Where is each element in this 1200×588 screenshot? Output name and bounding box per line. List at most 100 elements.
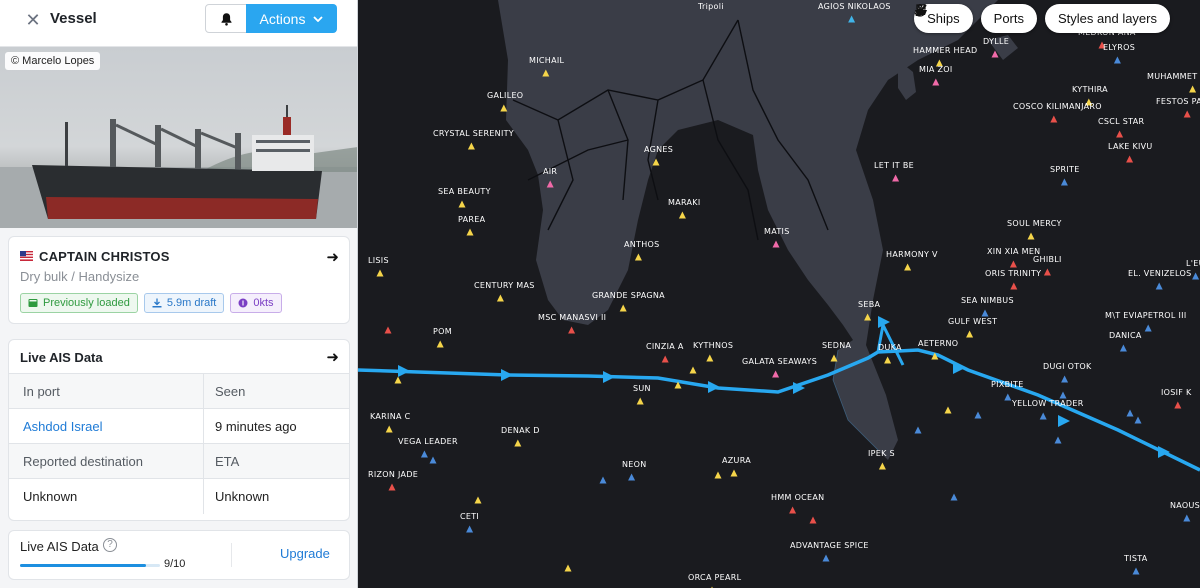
- vessel-icon[interactable]: [1126, 409, 1134, 417]
- vessel-marker[interactable]: SOUL MERCY: [1007, 219, 1062, 240]
- vessel-icon[interactable]: [384, 326, 392, 334]
- vessel-marker[interactable]: GALATA SEAWAYS: [742, 357, 817, 378]
- vessel-marker[interactable]: KYTHNOS: [693, 341, 733, 362]
- vessel-icon[interactable]: [1192, 272, 1200, 280]
- vessel-icon[interactable]: [1144, 324, 1152, 332]
- vessel-marker[interactable]: SEA NIMBUS: [961, 296, 1014, 317]
- vessel-icon[interactable]: [1061, 375, 1069, 383]
- vessel-marker[interactable]: ORIS TRINITY: [985, 269, 1041, 290]
- vessel-icon[interactable]: [1189, 85, 1197, 93]
- vessel-marker[interactable]: KARINA C: [370, 412, 411, 433]
- vessel-icon[interactable]: [466, 228, 474, 236]
- vessel-marker[interactable]: CETI: [460, 512, 479, 533]
- vessel-icon[interactable]: [878, 462, 886, 470]
- vessel-icon[interactable]: [636, 397, 644, 405]
- vessel-icon[interactable]: [376, 269, 384, 277]
- vessel-icon[interactable]: [1004, 393, 1012, 401]
- vessel-marker[interactable]: DENAK D: [501, 426, 540, 447]
- vessel-marker[interactable]: LET IT BE: [874, 161, 914, 182]
- vessel-icon[interactable]: [678, 211, 686, 219]
- vessel-icon[interactable]: [1116, 130, 1124, 138]
- arrow-right-icon[interactable]: ➜: [326, 248, 339, 266]
- vessel-icon[interactable]: [914, 426, 922, 434]
- vessel-icon[interactable]: [932, 78, 940, 86]
- vessel-icon[interactable]: [496, 294, 504, 302]
- vessel-icon[interactable]: [634, 253, 642, 261]
- vessel-marker[interactable]: PAREA: [458, 215, 486, 236]
- vessel-marker[interactable]: ADVANTAGE SPICE: [790, 541, 869, 562]
- vessel-icon[interactable]: [661, 355, 669, 363]
- vessel-icon[interactable]: [474, 496, 482, 504]
- vessel-icon[interactable]: [1027, 232, 1035, 240]
- arrow-right-icon[interactable]: ➜: [326, 348, 339, 366]
- vessel-icon[interactable]: [420, 450, 428, 458]
- vessel-icon[interactable]: [822, 554, 830, 562]
- vessel-icon[interactable]: [1054, 436, 1062, 444]
- vessel-marker[interactable]: SUN: [633, 384, 651, 405]
- vessel-icon[interactable]: [1134, 416, 1142, 424]
- vessel-marker[interactable]: TISTA: [1123, 554, 1148, 575]
- vessel-icon[interactable]: [466, 525, 474, 533]
- vessel-marker[interactable]: SPRITE: [1050, 165, 1080, 186]
- map-canvas[interactable]: AGIOS NIKOLAOSHAMMER HEADDYLLEMEDKON ANA…: [358, 0, 1200, 588]
- close-icon[interactable]: ✕: [22, 9, 44, 31]
- vessel-marker[interactable]: DANICA: [1109, 331, 1142, 352]
- vessel-marker[interactable]: DUGI OTOK: [1043, 362, 1092, 383]
- vessel-marker[interactable]: CSCL STAR: [1098, 117, 1144, 138]
- vessel-icon[interactable]: [1183, 514, 1191, 522]
- vessel-icon[interactable]: [1059, 391, 1067, 399]
- vessel-icon[interactable]: [564, 564, 572, 572]
- vessel-marker[interactable]: AZURA: [722, 456, 751, 477]
- vessel-marker[interactable]: M\T EVIAPETROL III: [1105, 311, 1187, 332]
- vessel-marker[interactable]: POM: [433, 327, 452, 348]
- vessel-marker[interactable]: COSCO KILIMANJARO: [1013, 102, 1102, 123]
- vessel-icon[interactable]: [1174, 401, 1182, 409]
- vessel-icon[interactable]: [1113, 56, 1121, 64]
- vessel-marker[interactable]: HARMONY V: [886, 250, 938, 271]
- vessel-icon[interactable]: [1183, 110, 1191, 118]
- vessel-marker[interactable]: NEON: [622, 460, 647, 481]
- vessel-icon[interactable]: [1010, 282, 1018, 290]
- vessel-icon[interactable]: [904, 263, 912, 271]
- vessel-icon[interactable]: [1126, 155, 1134, 163]
- vessel-icon[interactable]: [974, 411, 982, 419]
- vessel-marker[interactable]: CRYSTAL SERENITY: [433, 129, 514, 150]
- vessel-marker[interactable]: EL. VENIZELOS: [1128, 269, 1191, 290]
- vessel-icon[interactable]: [514, 439, 522, 447]
- vessel-icon[interactable]: [689, 366, 697, 374]
- vessel-icon[interactable]: [628, 473, 636, 481]
- vessel-icon[interactable]: [772, 240, 780, 248]
- vessel-icon[interactable]: [500, 104, 508, 112]
- vessel-icon[interactable]: [619, 304, 627, 312]
- vessel-summary-card[interactable]: CAPTAIN CHRISTOS ➜ Dry bulk / Handysize …: [8, 236, 350, 324]
- vessel-icon[interactable]: [809, 516, 817, 524]
- ports-button[interactable]: Ports: [914, 4, 1037, 33]
- vessel-icon[interactable]: [458, 200, 466, 208]
- vessel-marker[interactable]: FESTOS PALACE: [1156, 97, 1200, 118]
- vessel-icon[interactable]: [1119, 344, 1127, 352]
- vessel-icon[interactable]: [1043, 268, 1051, 276]
- vessel-marker[interactable]: PIXBITE: [991, 380, 1024, 401]
- vessel-icon[interactable]: [1155, 282, 1163, 290]
- vessel-icon[interactable]: [1060, 178, 1068, 186]
- port-link[interactable]: Ashdod Israel: [9, 409, 204, 443]
- vessel-icon[interactable]: [568, 326, 576, 334]
- actions-dropdown-button[interactable]: Actions: [246, 4, 337, 33]
- vessel-icon[interactable]: [1009, 260, 1017, 268]
- alert-button[interactable]: [205, 4, 247, 33]
- vessel-icon[interactable]: [429, 456, 437, 464]
- vessel-icon[interactable]: [385, 425, 393, 433]
- vessel-icon[interactable]: [706, 354, 714, 362]
- vessel-marker[interactable]: VEGA LEADER: [398, 437, 458, 458]
- vessel-marker[interactable]: GULF WEST: [948, 317, 997, 338]
- upgrade-button[interactable]: Upgrade: [280, 546, 330, 561]
- vessel-icon[interactable]: [944, 406, 952, 414]
- vessel-icon[interactable]: [714, 471, 722, 479]
- vessel-icon[interactable]: [950, 493, 958, 501]
- vessel-icon[interactable]: [1050, 115, 1058, 123]
- vessel-marker[interactable]: LISIS: [368, 256, 389, 277]
- info-icon[interactable]: ?: [103, 538, 117, 552]
- vessel-marker[interactable]: RIZON JADE: [368, 470, 418, 491]
- vessel-marker[interactable]: CENTURY MAS: [474, 281, 535, 302]
- vessel-marker[interactable]: HMM OCEAN: [771, 493, 824, 514]
